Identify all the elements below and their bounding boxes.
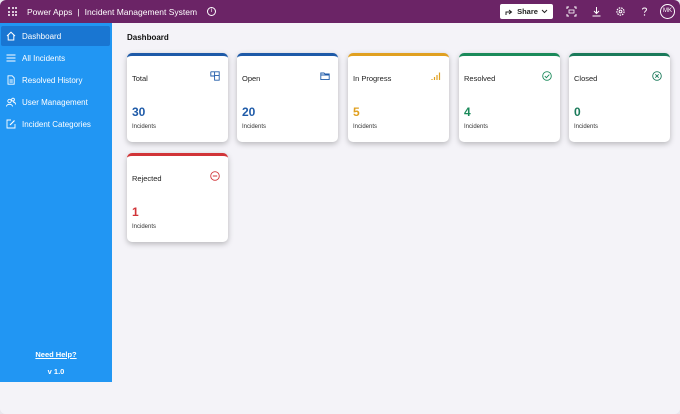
stat-card-open[interactable]: Open 20 Incidents bbox=[237, 53, 338, 142]
app-name: Power Apps bbox=[27, 6, 73, 17]
sidebar-item-label: Incident Categories bbox=[22, 119, 91, 129]
top-bar: Power Apps | Incident Management System … bbox=[0, 0, 680, 23]
user-avatar[interactable]: MK bbox=[660, 4, 675, 19]
card-value: 20 bbox=[242, 105, 256, 119]
app-launcher-icon[interactable] bbox=[8, 7, 17, 16]
card-subtitle: Incidents bbox=[132, 224, 157, 230]
share-icon bbox=[505, 9, 513, 15]
stat-card-resolved[interactable]: Resolved 4 Incidents bbox=[459, 53, 560, 142]
signal-bars-icon bbox=[431, 72, 441, 80]
edit-box-icon bbox=[6, 119, 16, 129]
share-button[interactable]: Share bbox=[500, 4, 553, 19]
help-icon[interactable] bbox=[639, 6, 650, 17]
check-circle-icon bbox=[542, 71, 552, 81]
card-title: Resolved bbox=[464, 74, 496, 83]
sidebar-item-label: All Incidents bbox=[22, 53, 66, 63]
document-icon bbox=[7, 75, 15, 85]
stat-card-closed[interactable]: Closed 0 Incidents bbox=[569, 53, 670, 142]
info-icon[interactable]: i bbox=[207, 7, 217, 16]
card-title: Closed bbox=[574, 74, 598, 83]
users-icon bbox=[6, 97, 16, 107]
bottom-strip bbox=[0, 382, 680, 414]
card-subtitle: Incidents bbox=[464, 124, 489, 130]
sidebar-item-label: Resolved History bbox=[22, 75, 83, 85]
app-window: Power Apps | Incident Management System … bbox=[0, 0, 680, 414]
sidebar-item-user-management[interactable]: User Management bbox=[1, 92, 111, 112]
sidebar-item-all-incidents[interactable]: All Incidents bbox=[1, 48, 111, 68]
stat-card-rejected[interactable]: Rejected 1 Incidents bbox=[127, 153, 228, 242]
share-label: Share bbox=[517, 7, 538, 16]
card-title: Total bbox=[132, 74, 148, 83]
sidebar-item-label: User Management bbox=[22, 97, 88, 107]
fit-screen-icon[interactable] bbox=[566, 6, 577, 17]
download-icon[interactable] bbox=[591, 6, 602, 17]
card-title: Open bbox=[242, 74, 261, 83]
sidebar-item-resolved-history[interactable]: Resolved History bbox=[1, 70, 111, 90]
settings-icon[interactable] bbox=[615, 6, 626, 17]
stat-card-in-progress[interactable]: In Progress 5 Incidents bbox=[348, 53, 449, 142]
card-subtitle: Incidents bbox=[242, 124, 267, 130]
sidebar-item-incident-categories[interactable]: Incident Categories bbox=[1, 114, 111, 134]
sidebar-item-dashboard[interactable]: Dashboard bbox=[1, 26, 110, 46]
grid-icon bbox=[210, 71, 220, 81]
sidebar: Dashboard All Incidents Resolved History… bbox=[0, 23, 112, 382]
version-label: v 1.0 bbox=[47, 367, 65, 376]
card-subtitle: Incidents bbox=[132, 124, 157, 130]
card-title: In Progress bbox=[353, 74, 392, 83]
chevron-down-icon bbox=[541, 9, 548, 14]
home-icon bbox=[6, 31, 16, 41]
need-help-link[interactable]: Need Help? bbox=[0, 350, 112, 359]
card-value: 1 bbox=[132, 205, 139, 219]
card-value: 4 bbox=[464, 105, 471, 119]
card-title: Rejected bbox=[132, 174, 162, 183]
title-separator: | bbox=[77, 6, 80, 17]
list-icon bbox=[6, 54, 16, 62]
card-subtitle: Incidents bbox=[574, 124, 599, 130]
page-title: Dashboard bbox=[127, 33, 169, 42]
folder-icon bbox=[320, 72, 330, 81]
card-value: 5 bbox=[353, 105, 360, 119]
stat-card-total[interactable]: Total 30 Incidents bbox=[127, 53, 228, 142]
app-title: Incident Management System bbox=[84, 6, 198, 17]
card-subtitle: Incidents bbox=[353, 124, 378, 130]
card-value: 30 bbox=[132, 105, 146, 119]
minus-circle-icon bbox=[210, 171, 220, 181]
sidebar-item-label: Dashboard bbox=[22, 31, 62, 41]
x-circle-icon bbox=[652, 71, 662, 81]
card-value: 0 bbox=[574, 105, 581, 119]
